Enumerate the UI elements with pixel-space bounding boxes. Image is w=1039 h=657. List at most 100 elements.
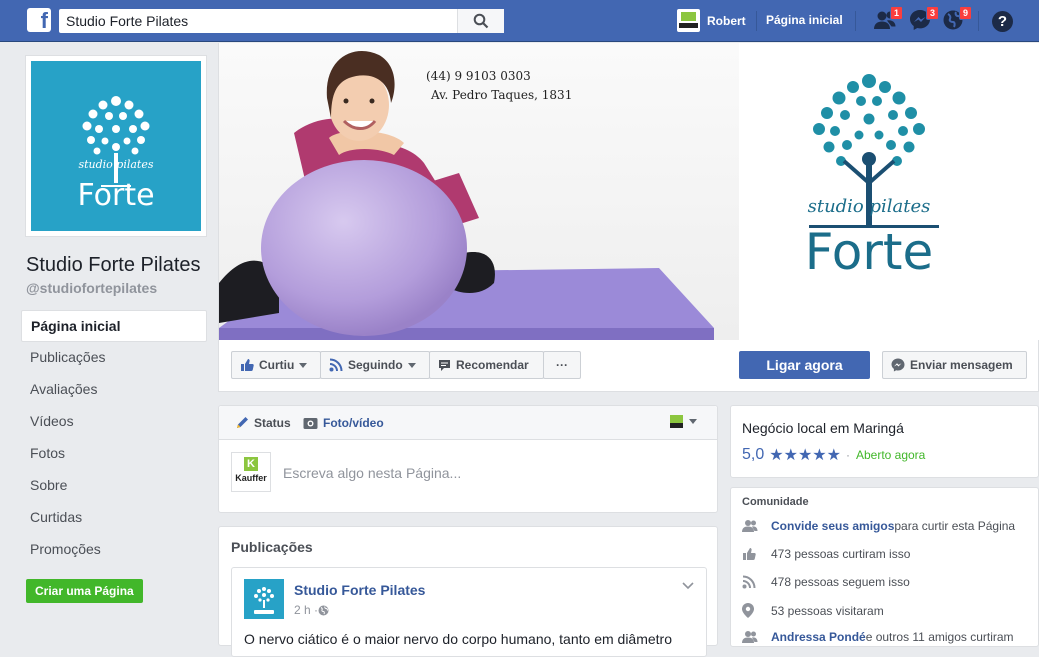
pencil-icon [237, 417, 248, 428]
sidebar-item-posts[interactable]: Publicações [21, 342, 207, 374]
post-composer: Status Foto/vídeo K Kauffer Escreva algo… [218, 405, 718, 513]
tab-photo-label: Foto/vídeo [323, 416, 384, 430]
cover-address: Av. Pedro Taques, 1831 [431, 88, 573, 102]
search-input[interactable] [59, 10, 457, 32]
composer-placeholder[interactable]: Escreva algo nesta Página... [283, 465, 461, 481]
page-profile-picture[interactable]: studio pilates Forte [25, 55, 207, 237]
top-navigation-bar: f Robert Página inicial 1 3 9 ? [0, 0, 1039, 42]
create-page-button[interactable]: Criar uma Página [26, 579, 143, 603]
tree-logo-icon [254, 587, 274, 614]
follow-button-label: Seguindo [348, 358, 403, 372]
sidebar-item-videos[interactable]: Vídeos [21, 406, 207, 438]
business-info-card: Negócio local em Maringá 5,0 ★★★★★ · Abe… [730, 405, 1039, 478]
tab-photo-video[interactable]: Foto/vídeo [303, 416, 384, 430]
friends-liked-row: Andressa Pondé e outros 11 amigos curtir… [742, 630, 1014, 644]
post-body-text: O nervo ciático é o maior nervo do corpo… [244, 631, 672, 647]
messages-button[interactable]: 3 [909, 6, 939, 33]
composer-tabs: Status Foto/vídeo [219, 406, 717, 440]
separator-dot: · [845, 448, 850, 462]
rss-icon [742, 575, 756, 589]
friend-requests-button[interactable]: 1 [873, 6, 903, 33]
search-button[interactable] [457, 9, 504, 33]
rating-row[interactable]: 5,0 ★★★★★ · Aberto agora [742, 445, 925, 465]
cover-photo[interactable]: (44) 9 9103 0303 Av. Pedro Taques, 1831 … [219, 43, 1039, 340]
send-message-button[interactable]: Enviar mensagem [882, 351, 1027, 379]
studio-logo: studio pilates Forte [31, 61, 201, 231]
friend-name-link[interactable]: Andressa Pondé [771, 630, 866, 644]
messages-badge: 3 [925, 6, 939, 20]
friend-requests-badge: 1 [889, 6, 903, 20]
business-category[interactable]: Negócio local em Maringá [742, 420, 904, 436]
kauffer-logo-icon: K [244, 457, 258, 471]
invite-friends-row: Convide seus amigos para curtir esta Pág… [742, 519, 1015, 533]
likes-row: 473 pessoas curtiram isso [742, 547, 910, 561]
page-action-bar: Curtiu Seguindo Recomendar ··· Ligar ago… [219, 340, 1039, 392]
call-now-button[interactable]: Ligar agora [739, 351, 870, 379]
sidebar-item-photos[interactable]: Fotos [21, 438, 207, 470]
notifications-button[interactable]: 9 [942, 6, 972, 33]
recommend-button[interactable]: Recomendar [429, 351, 544, 379]
post-author-avatar[interactable] [244, 579, 284, 619]
page-sidebar-nav: Página inicial Publicações Avaliações Ví… [21, 310, 207, 566]
post-timestamp[interactable]: 2 h · [294, 603, 329, 617]
send-message-label: Enviar mensagem [910, 358, 1013, 372]
page-title[interactable]: Studio Forte Pilates [26, 254, 201, 277]
tab-status-label: Status [254, 416, 291, 430]
sidebar-item-likes[interactable]: Curtidas [21, 502, 207, 534]
visits-row: 53 pessoas visitaram [742, 603, 884, 618]
sidebar-item-offers[interactable]: Promoções [21, 534, 207, 566]
like-button-label: Curtiu [259, 358, 295, 372]
rating-value: 5,0 [742, 446, 765, 463]
profile-link[interactable]: Robert [677, 9, 746, 32]
facebook-logo-icon[interactable]: f [27, 8, 51, 32]
divider [855, 11, 856, 31]
open-now-status: Aberto agora [855, 448, 926, 462]
post-author-name[interactable]: Studio Forte Pilates [294, 582, 425, 598]
user-avatar [677, 9, 700, 32]
page-username[interactable]: @studiofortepilates [26, 280, 157, 296]
composer-body[interactable]: K Kauffer Escreva algo nesta Página... [219, 440, 717, 513]
recommend-button-label: Recomendar [456, 358, 529, 372]
kauffer-avatar: K Kauffer [231, 452, 271, 492]
chevron-down-icon [689, 419, 697, 424]
thumbs-up-icon [743, 548, 756, 560]
rating-stars-icon: ★★★★★ [769, 447, 841, 464]
follows-row: 478 pessoas seguem isso [742, 575, 910, 589]
messenger-icon [891, 358, 905, 372]
location-pin-icon [742, 603, 754, 618]
search-icon [473, 13, 489, 29]
chevron-down-icon [299, 362, 308, 368]
sidebar-item-home[interactable]: Página inicial [21, 310, 207, 342]
invite-friends-link[interactable]: Convide seus amigos [771, 519, 894, 533]
tab-status[interactable]: Status [235, 416, 291, 430]
visits-count-text[interactable]: 53 pessoas visitaram [771, 604, 884, 618]
cover-illustration [219, 43, 939, 340]
friends-liked-text: e outros 11 amigos curtiram [865, 630, 1014, 644]
invite-friends-text: para curtir esta Página [894, 519, 1016, 533]
more-options-button[interactable]: ··· [543, 351, 581, 379]
like-button[interactable]: Curtiu [231, 351, 321, 379]
publications-card: Publicações Studio Forte Pilates 2 h · O… [218, 526, 718, 657]
user-name: Robert [707, 13, 746, 28]
feed-post: Studio Forte Pilates 2 h · O nervo ciáti… [231, 567, 707, 657]
cover-logo-subtitle: studio pilates [807, 196, 931, 217]
divider [978, 11, 979, 31]
cover-card: (44) 9 9103 0303 Av. Pedro Taques, 1831 … [218, 43, 1039, 392]
help-button[interactable]: ? [992, 11, 1013, 32]
notifications-badge: 9 [958, 6, 972, 20]
follow-button[interactable]: Seguindo [320, 351, 430, 379]
follows-count-text[interactable]: 478 pessoas seguem isso [771, 575, 910, 589]
home-link[interactable]: Página inicial [766, 13, 843, 27]
cover-logo-title: Forte [804, 223, 934, 281]
friends-icon [742, 520, 758, 532]
logo-title: Forte [77, 178, 155, 213]
chevron-down-icon[interactable] [682, 582, 694, 590]
thumbs-up-icon [241, 359, 254, 371]
globe-icon [318, 605, 329, 615]
post-as-selector[interactable] [670, 415, 697, 428]
page-avatar-mini [670, 415, 683, 428]
likes-count-text[interactable]: 473 pessoas curtiram isso [771, 547, 910, 561]
sidebar-item-about[interactable]: Sobre [21, 470, 207, 502]
publications-title: Publicações [231, 539, 313, 555]
sidebar-item-reviews[interactable]: Avaliações [21, 374, 207, 406]
